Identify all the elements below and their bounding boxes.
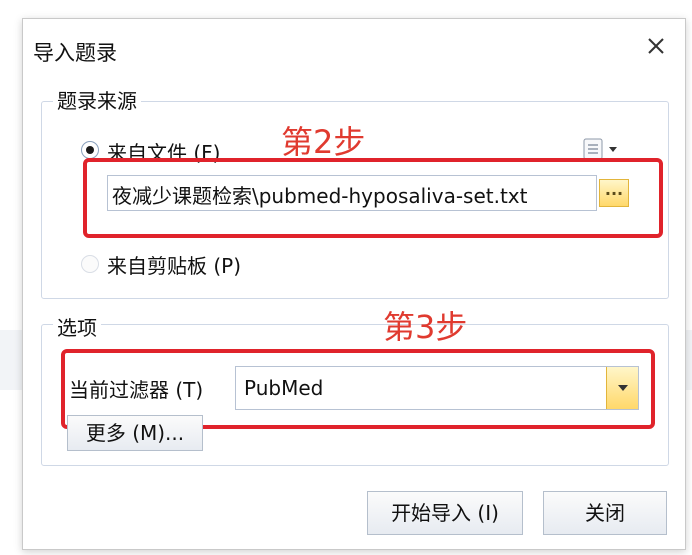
browse-file-button[interactable]: ... [599,179,629,207]
filter-select[interactable]: PubMed [235,366,639,410]
more-button[interactable]: 更多 (M)... [67,415,203,451]
from-file-radio[interactable] [81,141,99,159]
file-path-input[interactable]: 夜减少课题检索\pubmed-hyposaliva-set.txt [107,175,597,211]
filter-select-value: PubMed [244,376,324,400]
from-clipboard-label[interactable]: 来自剪贴板 (P) [107,250,241,279]
import-references-dialog: 导入题录 题录来源 第2步 来自文件 (F) 夜减少课题检索\pubmed-hy… [22,18,686,550]
source-group-label: 题录来源 [53,85,141,114]
filter-dropdown-button[interactable] [606,367,638,409]
step-3-annotation: 第3步 [383,308,468,346]
from-clipboard-radio[interactable] [81,255,99,273]
close-button[interactable]: 关闭 [543,491,667,535]
chevron-down-icon [618,385,628,391]
start-import-button[interactable]: 开始导入 (I) [367,491,523,535]
dialog-title: 导入题录 [33,41,117,65]
options-group-label: 选项 [53,312,101,341]
step-2-annotation: 第2步 [281,123,366,161]
close-icon[interactable] [639,29,673,63]
radio-selected-dot [86,146,94,154]
filter-label: 当前过滤器 (T) [69,378,204,402]
